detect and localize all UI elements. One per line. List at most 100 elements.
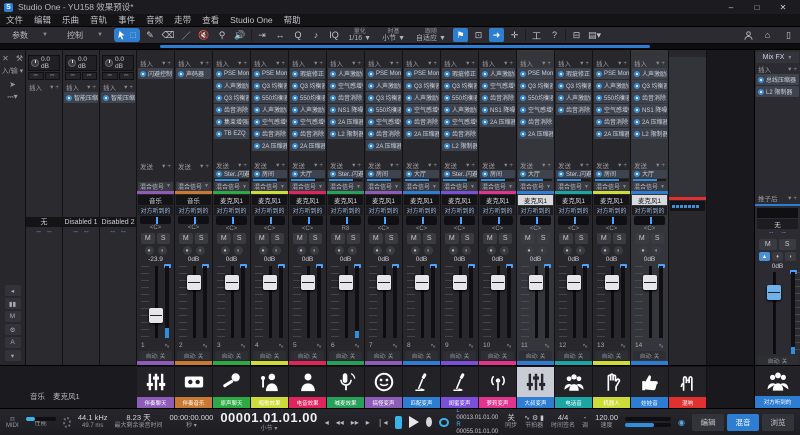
- master-insert-item[interactable]: L2 限制器: [756, 86, 799, 97]
- mute-button[interactable]: M: [407, 233, 421, 244]
- insert-item[interactable]: 空气感增强: [480, 80, 515, 91]
- monitor-icon[interactable]: ◖: [310, 246, 319, 255]
- mute-button[interactable]: M: [255, 233, 269, 244]
- mute-button[interactable]: M: [179, 233, 193, 244]
- pan-slider[interactable]: [330, 216, 361, 225]
- send-level-bar[interactable]: [481, 179, 514, 181]
- channel-output-dropdown[interactable]: 混合信号▼: [632, 182, 667, 191]
- channel-insert-header[interactable]: 插入▾ +: [289, 57, 326, 68]
- master-knob-left[interactable]: --: [769, 229, 773, 238]
- waveform-icon[interactable]: ∿: [620, 342, 626, 350]
- automation-mode[interactable]: 自动: 关: [595, 351, 628, 360]
- speaker-button[interactable]: ◖: [785, 252, 796, 261]
- channel-name[interactable]: 麦克风1: [480, 195, 515, 205]
- insert-item[interactable]: 人声激励器: [480, 68, 515, 79]
- plug-a-icon[interactable]: ⎓: [102, 72, 118, 80]
- mute-button[interactable]: M: [483, 233, 497, 244]
- send-item[interactable]: Ster..闪避控制: [328, 170, 363, 178]
- insert-item[interactable]: Q3 均衡器3: [518, 80, 553, 91]
- menu-item-走带[interactable]: 走带: [174, 14, 191, 26]
- snap-toggle[interactable]: IQ: [327, 28, 342, 42]
- metronome-controls[interactable]: ∿ ⚙ ▮ 节拍器: [524, 415, 544, 430]
- solo-button[interactable]: S: [195, 233, 209, 244]
- channel-output-dropdown[interactable]: 混合信号▼: [252, 182, 287, 191]
- pause-icon[interactable]: ▮▮: [5, 298, 21, 309]
- loop-range-display[interactable]: L 00013.01.01.00 R 00055.01.01.00: [456, 408, 498, 435]
- channel-insert-header[interactable]: 插入▾ +: [327, 57, 364, 68]
- channel-output-dropdown[interactable]: 混合信号▼: [176, 182, 211, 191]
- monitor-icon[interactable]: ◖: [652, 246, 661, 255]
- insert-item[interactable]: 齿音消除: [594, 116, 629, 127]
- send-item[interactable]: 房间: [252, 170, 287, 178]
- insert-item[interactable]: Q3 均衡器3: [252, 80, 287, 91]
- automation-mode[interactable]: 自动: 关: [519, 351, 552, 360]
- input-insert-header[interactable]: 插入▾ +: [100, 81, 136, 92]
- mute-button[interactable]: M: [217, 233, 231, 244]
- input-gain-knob[interactable]: 0.0 dB: [65, 55, 97, 71]
- record-arm-icon[interactable]: ●: [487, 246, 496, 255]
- monitor-icon[interactable]: ◖: [500, 246, 509, 255]
- send-item[interactable]: 房间: [594, 170, 629, 178]
- send-item[interactable]: Ster..闪避控制: [556, 170, 591, 178]
- waveform-icon[interactable]: ∿: [544, 342, 550, 350]
- waveform-icon[interactable]: ∿: [392, 342, 398, 350]
- macro-icon[interactable]: ♪: [309, 28, 324, 42]
- automation-mode[interactable]: 自动: 关: [481, 351, 514, 360]
- send-item[interactable]: 房间: [366, 170, 401, 178]
- channel-name[interactable]: 麦克风1: [518, 195, 553, 205]
- pan-slider[interactable]: [216, 216, 247, 225]
- record-arm-icon[interactable]: ●: [183, 246, 192, 255]
- master-automation[interactable]: 自动: 关: [757, 356, 798, 365]
- group-tab-music[interactable]: 音乐: [30, 391, 45, 402]
- solo-button[interactable]: S: [423, 233, 437, 244]
- prev-bar-button[interactable]: ◂: [325, 418, 329, 427]
- follow-dropdown[interactable]: 跟随 自适应▼: [412, 29, 450, 42]
- monitor-icon[interactable]: ◖: [462, 246, 471, 255]
- help-icon[interactable]: ?: [547, 28, 562, 42]
- menu-item-音频[interactable]: 音频: [146, 14, 163, 26]
- play-button[interactable]: [409, 416, 419, 428]
- record-arm-icon[interactable]: ●: [259, 246, 268, 255]
- preset-tile-混响[interactable]: 混响: [669, 367, 706, 408]
- insert-item[interactable]: 空气感增强: [252, 116, 287, 127]
- stop-button[interactable]: [395, 416, 403, 429]
- insert-item[interactable]: 齿音消除: [442, 128, 477, 139]
- insert-item[interactable]: 人声激励器: [290, 104, 325, 115]
- send-item[interactable]: Ster..闪避控制: [214, 170, 249, 178]
- control-dropdown[interactable]: 控制▼: [59, 29, 111, 42]
- automation-mode[interactable]: 自动: 关: [291, 351, 324, 360]
- channel-insert-header[interactable]: 插入▾ +: [555, 57, 592, 68]
- input-name[interactable]: Disabled 2: [100, 217, 136, 227]
- record-arm-icon[interactable]: ●: [601, 246, 610, 255]
- channel-send-header[interactable]: 发送▾ +: [289, 160, 326, 170]
- master-mute-button[interactable]: M: [759, 239, 777, 250]
- speaker-icon[interactable]: ◉: [678, 418, 685, 427]
- mute-button[interactable]: M: [559, 233, 573, 244]
- insert-item[interactable]: 550均衡器: [442, 92, 477, 103]
- marker-flag-icon[interactable]: ⚑: [453, 28, 468, 42]
- preset-tile-电话音[interactable]: 电话音: [555, 367, 592, 408]
- record-arm-icon[interactable]: ●: [525, 246, 534, 255]
- solo-button[interactable]: S: [347, 233, 361, 244]
- channel-output-dropdown[interactable]: 混合信号▼: [290, 182, 325, 191]
- channel-send-header[interactable]: 发送▾ +: [479, 160, 516, 170]
- channel-send-header[interactable]: 发送▾ +: [327, 160, 364, 170]
- plug-b-icon[interactable]: ⎓: [45, 72, 61, 80]
- send-item[interactable]: 大厅: [290, 170, 325, 178]
- channel-insert-header[interactable]: 插入▾ +: [517, 57, 554, 68]
- paint-tool-icon[interactable]: ✎: [143, 28, 158, 42]
- waveform-icon[interactable]: ∿: [316, 342, 322, 350]
- monitor-icon[interactable]: ◖: [538, 246, 547, 255]
- insert-item[interactable]: 人声激励器: [366, 80, 401, 91]
- channel-output-dropdown[interactable]: 混合信号▼: [214, 182, 249, 191]
- send-item[interactable]: 大厅: [632, 170, 667, 178]
- menu-item-事件[interactable]: 事件: [118, 14, 135, 26]
- plug-b-icon[interactable]: ⎓: [119, 72, 135, 80]
- send-level-bar[interactable]: [443, 179, 476, 181]
- channel-insert-header[interactable]: 插入▾ +: [251, 57, 288, 68]
- waveform-icon[interactable]: ∿: [506, 342, 512, 350]
- insert-item[interactable]: NS1 降噪: [480, 104, 515, 115]
- phone-icon[interactable]: ▯: [781, 28, 796, 42]
- insert-item[interactable]: 空气感增强: [594, 104, 629, 115]
- waveform-icon[interactable]: ∿: [468, 342, 474, 350]
